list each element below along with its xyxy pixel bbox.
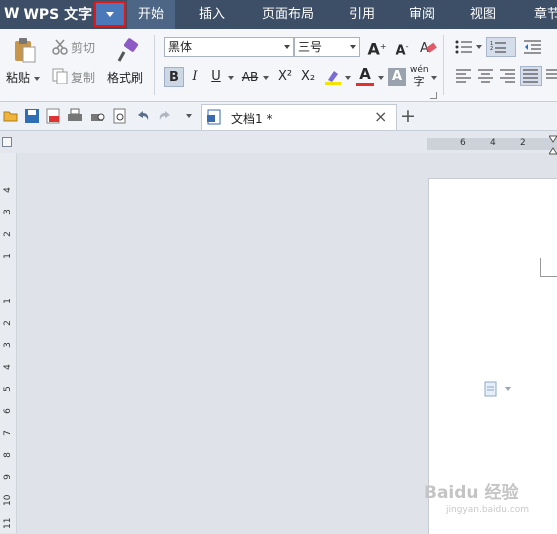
ruler-tick: 2: [3, 320, 13, 326]
copy-button[interactable]: 复制: [71, 69, 95, 86]
subscript-button[interactable]: X₂: [298, 67, 318, 87]
shrink-font-button[interactable]: A-: [392, 37, 412, 61]
bold-button[interactable]: B: [164, 67, 184, 87]
document-tab-title: 文档1 *: [231, 112, 273, 126]
ribbon-divider: [154, 35, 155, 95]
tab-view[interactable]: 视图: [461, 0, 505, 29]
char-shading-button[interactable]: A: [388, 68, 406, 86]
ruler-tick: 3: [3, 209, 13, 215]
ruler-tick: 2: [520, 138, 526, 148]
paste-options-dropdown-icon[interactable]: [505, 387, 511, 391]
ruler-tick: 1: [3, 253, 13, 259]
paste-button[interactable]: 粘贴: [6, 69, 40, 86]
scissors-icon[interactable]: [52, 39, 68, 55]
ruler-scale: 6 4 2: [427, 138, 557, 150]
align-left-icon[interactable]: [456, 69, 472, 83]
undo-icon[interactable]: [135, 108, 151, 124]
bullet-dropdown-icon[interactable]: [476, 45, 482, 49]
open-folder-icon[interactable]: [3, 108, 19, 124]
align-right-icon[interactable]: [500, 69, 516, 83]
baidu-watermark: Baidu 经验: [424, 483, 519, 503]
font-name-select[interactable]: 黑体: [164, 37, 294, 57]
phonetic-dropdown-icon[interactable]: [431, 76, 437, 80]
page-margin-corner: [540, 258, 557, 277]
wps-logo-icon: W: [4, 6, 20, 22]
tab-insert[interactable]: 插入: [188, 0, 236, 29]
ruler-tick: 11: [3, 517, 13, 529]
close-tab-icon[interactable]: ×: [374, 107, 387, 126]
ruler-tick: 2: [3, 231, 13, 237]
indent-marker-icon[interactable]: [548, 134, 557, 156]
ruler-tick: 9: [3, 474, 13, 480]
paste-options-icon[interactable]: [484, 381, 498, 397]
preview-icon[interactable]: [112, 108, 128, 124]
phonetic-guide-button[interactable]: wén 字: [410, 64, 429, 89]
highlight-dropdown-icon[interactable]: [345, 76, 351, 80]
ribbon-divider: [443, 35, 444, 95]
strikethrough-button[interactable]: AB: [238, 67, 262, 87]
chevron-down-icon: [106, 11, 114, 17]
ruler-tick: 8: [3, 452, 13, 458]
justify-button[interactable]: [520, 66, 542, 86]
ruler-tick: 4: [490, 138, 496, 148]
tab-chapter[interactable]: 章节: [527, 0, 557, 29]
ruler-tick: 6: [460, 138, 466, 148]
ruler-tick: 1: [3, 298, 13, 304]
tab-review[interactable]: 审阅: [400, 0, 444, 29]
bullet-list-icon[interactable]: [455, 40, 473, 54]
app-menu-button[interactable]: W WPS 文字: [4, 3, 92, 25]
save-icon[interactable]: [24, 108, 40, 124]
format-painter-button[interactable]: 格式刷: [107, 69, 143, 86]
print-preview-icon[interactable]: [90, 108, 106, 124]
font-size-select[interactable]: 三号: [294, 37, 360, 57]
new-tab-button[interactable]: +: [400, 105, 416, 127]
ruler-tick: 10: [3, 494, 13, 506]
ruler-tick: 6: [3, 408, 13, 414]
font-color-button[interactable]: A: [356, 64, 374, 86]
decrease-indent-icon[interactable]: [524, 40, 542, 54]
ruler-tick: 4: [3, 364, 13, 370]
cut-button[interactable]: 剪切: [71, 39, 95, 56]
highlight-icon[interactable]: [324, 68, 342, 86]
brush-icon[interactable]: [116, 38, 140, 64]
numbered-list-button[interactable]: 12: [486, 37, 516, 57]
font-color-dropdown-icon[interactable]: [378, 76, 384, 80]
ruler-tick: 5: [3, 386, 13, 392]
vertical-ruler: 4 3 2 1 1 2 3 4 5 6 7 8 9 10 11: [0, 153, 17, 533]
strike-dropdown-icon[interactable]: [263, 76, 269, 80]
tab-start[interactable]: 开始: [127, 0, 175, 29]
superscript-button[interactable]: X²: [275, 67, 295, 87]
tab-stop-selector[interactable]: [2, 137, 12, 147]
align-center-icon[interactable]: [478, 69, 494, 83]
distribute-icon[interactable]: [546, 69, 557, 83]
app-title: WPS 文字: [23, 7, 93, 23]
document-icon: [207, 109, 221, 125]
paste-icon[interactable]: [13, 37, 37, 63]
italic-button[interactable]: I: [186, 67, 204, 87]
print-icon[interactable]: [67, 108, 83, 124]
grow-font-button[interactable]: A+: [367, 37, 387, 61]
redo-icon[interactable]: [157, 108, 173, 124]
ruler-tick: 7: [3, 430, 13, 436]
font-dialog-launcher-icon[interactable]: [430, 92, 437, 99]
pdf-export-icon[interactable]: [45, 108, 61, 124]
baidu-watermark-url: jingyan.baidu.com: [446, 505, 530, 515]
underline-dropdown-icon[interactable]: [228, 76, 234, 80]
toolbar-customize-icon[interactable]: [186, 114, 192, 118]
svg-text:2: 2: [490, 46, 493, 52]
app-dropdown-button[interactable]: [94, 1, 126, 27]
copy-icon[interactable]: [52, 68, 68, 85]
clear-format-icon[interactable]: A: [419, 39, 437, 56]
ruler-tick: 3: [3, 342, 13, 348]
ruler-tick: 4: [3, 187, 13, 193]
tab-references[interactable]: 引用: [340, 0, 384, 29]
tab-page-layout[interactable]: 页面布局: [252, 0, 324, 29]
underline-button[interactable]: U: [207, 67, 225, 87]
